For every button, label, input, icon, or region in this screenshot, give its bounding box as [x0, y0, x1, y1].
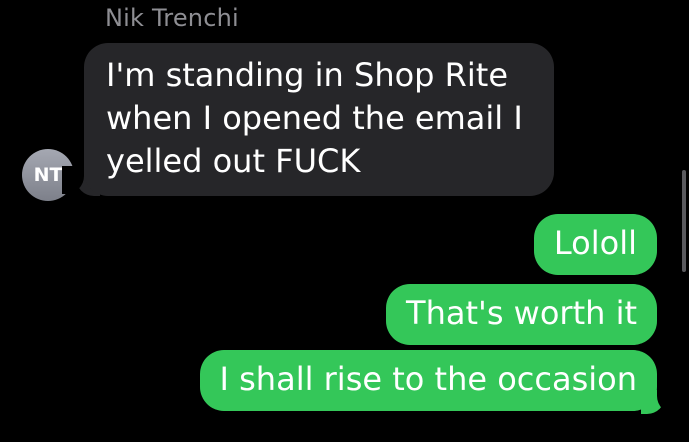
outgoing-message-bubble[interactable]: Lololl — [533, 214, 657, 275]
incoming-message-bubble[interactable]: I'm standing in Shop Rite when I opened … — [84, 43, 554, 196]
message-text: I shall rise to the occasion — [219, 360, 637, 398]
outgoing-message-bubble[interactable]: I shall rise to the occasion — [199, 350, 657, 411]
scrollbar[interactable] — [682, 170, 686, 272]
message-text-line: I'm standing in Shop Rite — [106, 56, 509, 94]
message-text: That's worth it — [406, 294, 637, 332]
bubble-tail-mask — [657, 384, 679, 414]
message-text: Lololl — [553, 224, 637, 262]
avatar-initials: NT — [33, 164, 63, 186]
sender-name: Nik Trenchi — [105, 4, 239, 32]
message-text-line: yelled out FUCK — [106, 142, 361, 180]
outgoing-message-bubble[interactable]: That's worth it — [386, 284, 657, 345]
message-thread: Nik Trenchi NT I'm standing in Shop Rite… — [0, 0, 689, 442]
message-text-line: when I opened the email I — [106, 99, 523, 137]
